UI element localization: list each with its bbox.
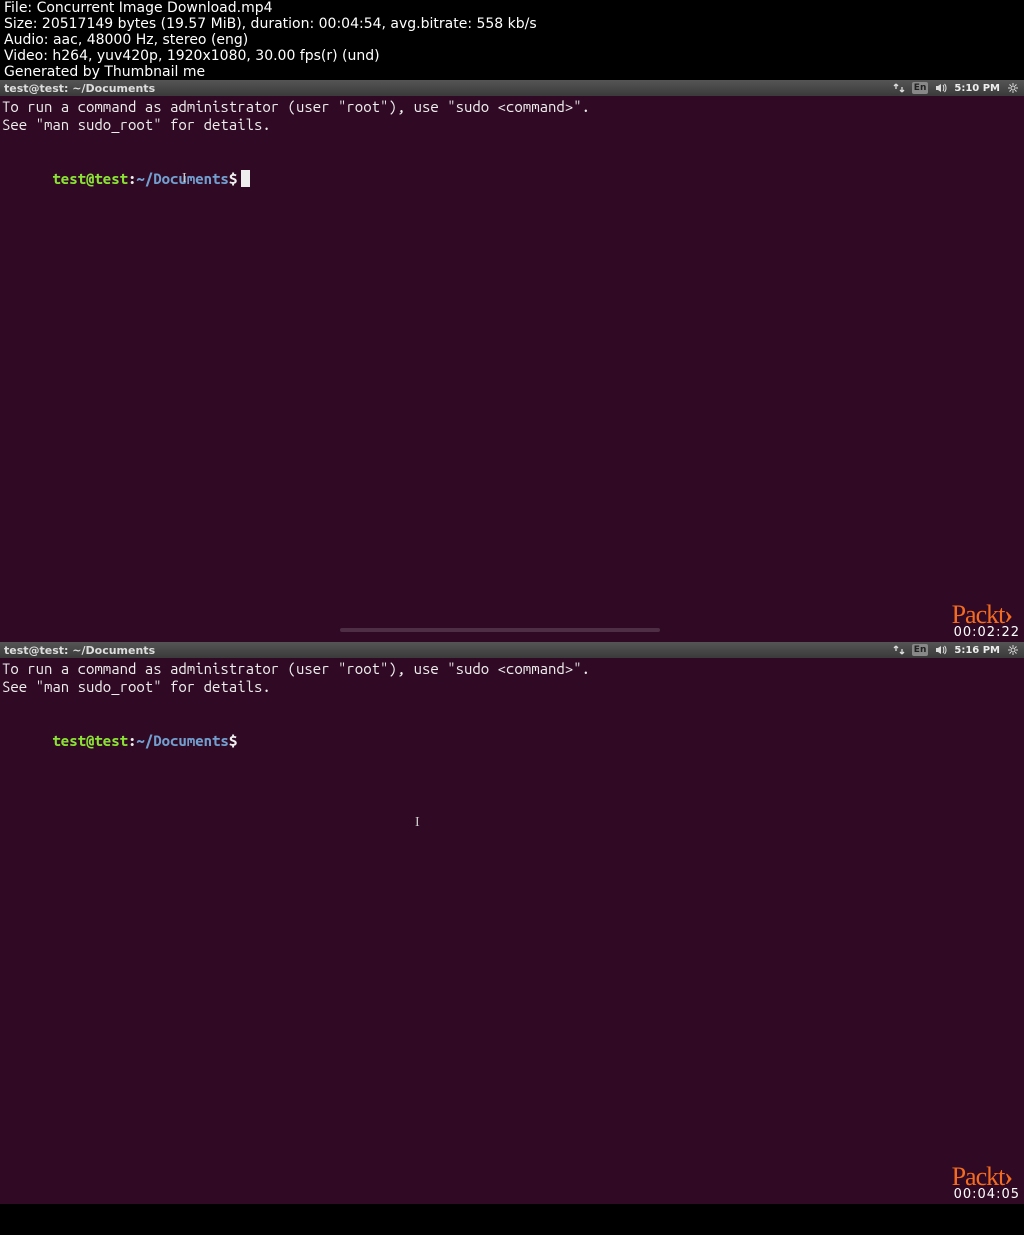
clock[interactable]: 5:10 PM bbox=[954, 83, 1000, 94]
size-line: Size: 20517149 bytes (19.57 MiB), durati… bbox=[4, 16, 1020, 32]
sudo-hint-line-2: See "man sudo_root" for details. bbox=[2, 116, 1022, 134]
prompt-line: test@test:~/Documents$ bbox=[2, 152, 1022, 206]
window-title: test@test: ~/Documents bbox=[4, 82, 892, 95]
sudo-hint-line-1: To run a command as administrator (user … bbox=[2, 98, 1022, 116]
gear-icon[interactable] bbox=[1006, 643, 1020, 657]
clock[interactable]: 5:16 PM bbox=[954, 645, 1000, 656]
divider-highlight bbox=[340, 628, 660, 632]
prompt-user: test@test bbox=[52, 732, 128, 749]
volume-icon[interactable] bbox=[934, 81, 948, 95]
media-info-header: File: Concurrent Image Download.mp4 Size… bbox=[0, 0, 1024, 80]
blank-line bbox=[2, 134, 1022, 152]
video-line: Video: h264, yuv420p, 1920x1080, 30.00 f… bbox=[4, 48, 1020, 64]
sudo-hint-line-1: To run a command as administrator (user … bbox=[2, 660, 1022, 678]
bottom-strip bbox=[0, 1204, 1024, 1235]
generated-line: Generated by Thumbnail me bbox=[4, 64, 1020, 80]
file-line: File: Concurrent Image Download.mp4 bbox=[4, 0, 1020, 16]
prompt-line: test@test:~/Documents$ bbox=[2, 714, 1022, 768]
terminal-body[interactable]: To run a command as administrator (user … bbox=[0, 658, 1024, 1204]
prompt-user: test@test bbox=[52, 170, 128, 187]
sudo-hint-line-2: See "man sudo_root" for details. bbox=[2, 678, 1022, 696]
thumbnail-timestamp: 00:04:05 bbox=[954, 1186, 1020, 1204]
thumbnail-1: test@test: ~/Documents En 5:10 PM To run… bbox=[0, 80, 1024, 642]
window-title: test@test: ~/Documents bbox=[4, 644, 892, 657]
thumbnail-timestamp: 00:02:22 bbox=[954, 624, 1020, 642]
language-indicator[interactable]: En bbox=[912, 82, 929, 94]
gear-icon[interactable] bbox=[1006, 81, 1020, 95]
network-icon[interactable] bbox=[892, 643, 906, 657]
blank-line bbox=[2, 696, 1022, 714]
block-cursor bbox=[241, 170, 250, 187]
system-tray: En 5:10 PM bbox=[892, 81, 1020, 95]
window-titlebar: test@test: ~/Documents En 5:16 PM bbox=[0, 642, 1024, 658]
prompt-dollar: $ bbox=[229, 732, 237, 749]
packt-logo: Packt› bbox=[952, 1168, 1012, 1186]
prompt-dollar: $ bbox=[229, 170, 237, 187]
terminal-body[interactable]: To run a command as administrator (user … bbox=[0, 96, 1024, 642]
packt-logo: Packt› bbox=[952, 606, 1012, 624]
prompt-path: ~/Documents bbox=[136, 732, 228, 749]
thumbnail-2: test@test: ~/Documents En 5:16 PM To run… bbox=[0, 642, 1024, 1204]
prompt-path: ~/Documents bbox=[136, 170, 228, 187]
ibeam-cursor-icon: I bbox=[415, 814, 420, 832]
window-titlebar: test@test: ~/Documents En 5:10 PM bbox=[0, 80, 1024, 96]
network-icon[interactable] bbox=[892, 81, 906, 95]
volume-icon[interactable] bbox=[934, 643, 948, 657]
system-tray: En 5:16 PM bbox=[892, 643, 1020, 657]
language-indicator[interactable]: En bbox=[912, 644, 929, 656]
audio-line: Audio: aac, 48000 Hz, stereo (eng) bbox=[4, 32, 1020, 48]
